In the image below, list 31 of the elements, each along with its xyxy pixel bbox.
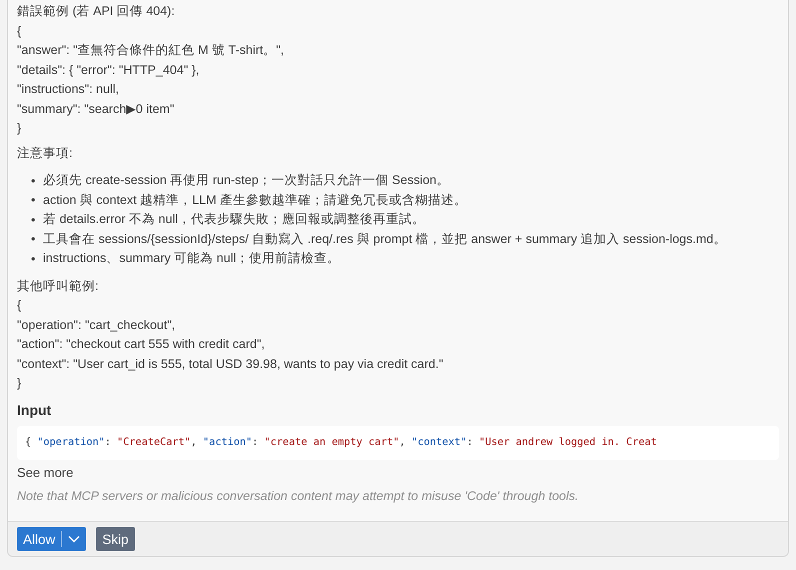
note-item: instructions、summary 可能為 null；使用前請檢查。: [43, 250, 340, 268]
code-line: "action": "checkout cart 555 with credit card",: [17, 336, 266, 353]
bullet: •: [31, 192, 36, 208]
section-heading: 錯誤範例 (若 API 回傳 404):: [17, 3, 176, 20]
bullet: •: [31, 212, 36, 228]
allow-button[interactable]: Allow: [17, 527, 86, 551]
code-line: "answer": "查無符合條件的紅色 M 號 T-shirt。",: [17, 42, 286, 59]
code-line: "details": { "error": "HTTP_404" },: [17, 62, 200, 79]
code-line: "operation": "cart_checkout",: [17, 316, 176, 334]
input-heading: Input: [17, 400, 52, 420]
code-line: {: [17, 22, 22, 40]
code-line: "instructions": null,: [17, 81, 120, 98]
note-item: 必須先 create-session 再使用 run-step；一次對話只允許一個 Session。: [43, 172, 450, 190]
see-more-link[interactable]: See more: [17, 464, 74, 482]
code-block: { "operation": "CreateCart", "action": "create an empty cart", "context": "User andrew logged in. Creat: [17, 426, 779, 460]
bullet: •: [31, 250, 36, 267]
note-item: 工具會在 sessions/{sessionId}/steps/ 自動寫入 .req/.res 與 prompt 檔，並把 answer + summary 追加入 session-logs.md。: [43, 230, 726, 248]
code-line: }: [17, 375, 22, 392]
code-line: {: [17, 297, 22, 314]
note-item: action 與 context 越精準，LLM 產生參數越準確；請避免冗長或含糊描述。: [43, 192, 467, 209]
code-line: "summary": "search▶0 item": [17, 100, 176, 118]
bullet: •: [31, 172, 36, 189]
section-heading: 其他呼叫範例:: [17, 278, 100, 294]
skip-button[interactable]: Skip: [96, 527, 135, 551]
bullet: •: [31, 231, 36, 248]
code-line: }: [17, 120, 22, 137]
chevron-down-icon[interactable]: [68, 535, 80, 543]
warning-text: Note that MCP servers or malicious conversation content may attempt to misuse 'Code' through tools.: [17, 488, 580, 504]
code-line: "context": "User cart_id is 555, total USD 39.98, wants to pay via credit card.": [17, 356, 444, 373]
note-item: 若 details.error 不為 null，代表步驟失敗；應回報或調整後再重試。: [43, 211, 425, 228]
section-heading: 注意事項:: [17, 144, 74, 162]
